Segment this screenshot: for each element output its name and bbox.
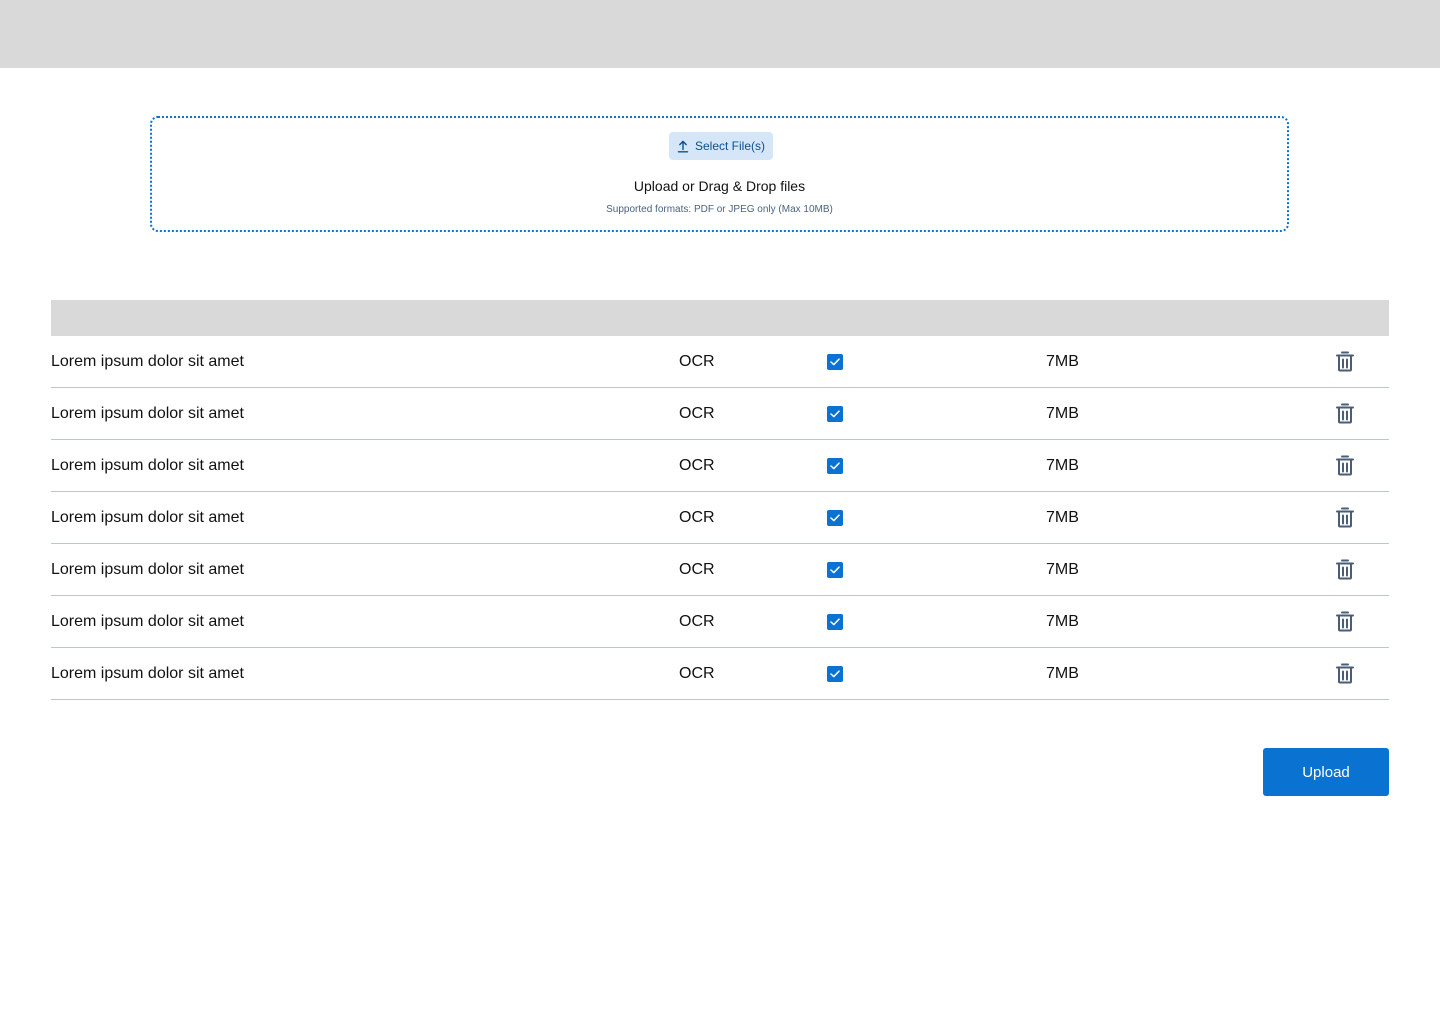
file-dropzone[interactable]: Select File(s) Upload or Drag & Drop fil…: [150, 116, 1289, 232]
ocr-checkbox[interactable]: [827, 353, 843, 370]
file-size: 7MB: [1046, 456, 1079, 474]
dropzone-hint: Supported formats: PDF or JPEG only (Max…: [606, 204, 833, 215]
file-type: OCR: [679, 560, 715, 578]
ocr-checkbox[interactable]: [827, 457, 843, 474]
file-size: 7MB: [1046, 560, 1079, 578]
upload-button[interactable]: Upload: [1263, 748, 1389, 796]
file-name: Lorem ipsum dolor sit amet: [51, 456, 244, 474]
delete-button[interactable]: [1335, 455, 1355, 477]
file-type: OCR: [679, 456, 715, 474]
delete-button[interactable]: [1335, 611, 1355, 633]
file-name: Lorem ipsum dolor sit amet: [51, 352, 244, 370]
table-row: Lorem ipsum dolor sit amet OCR 7MB: [51, 648, 1389, 700]
file-name: Lorem ipsum dolor sit amet: [51, 404, 244, 422]
trash-icon: [1336, 403, 1354, 424]
delete-button[interactable]: [1335, 559, 1355, 581]
file-name: Lorem ipsum dolor sit amet: [51, 560, 244, 578]
delete-button[interactable]: [1335, 507, 1355, 529]
file-size: 7MB: [1046, 508, 1079, 526]
table-row: Lorem ipsum dolor sit amet OCR 7MB: [51, 596, 1389, 648]
ocr-checkbox[interactable]: [827, 509, 843, 526]
dropzone-title: Upload or Drag & Drop files: [633, 178, 806, 194]
table-body: Lorem ipsum dolor sit amet OCR 7MB Lorem…: [51, 336, 1389, 700]
checkmark-icon: [830, 669, 840, 677]
trash-icon: [1336, 559, 1354, 580]
checkmark-icon: [830, 357, 840, 365]
checkmark-icon: [830, 617, 840, 625]
file-name: Lorem ipsum dolor sit amet: [51, 664, 244, 682]
file-type: OCR: [679, 612, 715, 630]
table-header: [51, 300, 1389, 336]
file-type: OCR: [679, 664, 715, 682]
file-size: 7MB: [1046, 664, 1079, 682]
top-bar: [0, 0, 1440, 68]
delete-button[interactable]: [1335, 663, 1355, 685]
table-row: Lorem ipsum dolor sit amet OCR 7MB: [51, 544, 1389, 596]
select-files-button[interactable]: Select File(s): [669, 132, 773, 160]
table-row: Lorem ipsum dolor sit amet OCR 7MB: [51, 388, 1389, 440]
file-type: OCR: [679, 508, 715, 526]
table-row: Lorem ipsum dolor sit amet OCR 7MB: [51, 336, 1389, 388]
upload-button-label: Upload: [1302, 763, 1350, 781]
ocr-checkbox[interactable]: [827, 613, 843, 630]
checkmark-icon: [830, 409, 840, 417]
trash-icon: [1336, 351, 1354, 372]
file-name: Lorem ipsum dolor sit amet: [51, 612, 244, 630]
table-row: Lorem ipsum dolor sit amet OCR 7MB: [51, 440, 1389, 492]
ocr-checkbox[interactable]: [827, 561, 843, 578]
file-size: 7MB: [1046, 612, 1079, 630]
file-name: Lorem ipsum dolor sit amet: [51, 508, 244, 526]
ocr-checkbox[interactable]: [827, 405, 843, 422]
file-type: OCR: [679, 352, 715, 370]
ocr-checkbox[interactable]: [827, 665, 843, 682]
files-table: Lorem ipsum dolor sit amet OCR 7MB Lorem…: [51, 300, 1389, 700]
table-row: Lorem ipsum dolor sit amet OCR 7MB: [51, 492, 1389, 544]
trash-icon: [1336, 663, 1354, 684]
file-type: OCR: [679, 404, 715, 422]
file-size: 7MB: [1046, 404, 1079, 422]
upload-arrow-icon: [677, 140, 689, 153]
checkmark-icon: [830, 513, 840, 521]
delete-button[interactable]: [1335, 403, 1355, 425]
file-size: 7MB: [1046, 352, 1079, 370]
select-files-label: Select File(s): [694, 139, 765, 153]
delete-button[interactable]: [1335, 351, 1355, 373]
trash-icon: [1336, 611, 1354, 632]
checkmark-icon: [830, 565, 840, 573]
trash-icon: [1336, 507, 1354, 528]
trash-icon: [1336, 455, 1354, 476]
checkmark-icon: [830, 461, 840, 469]
